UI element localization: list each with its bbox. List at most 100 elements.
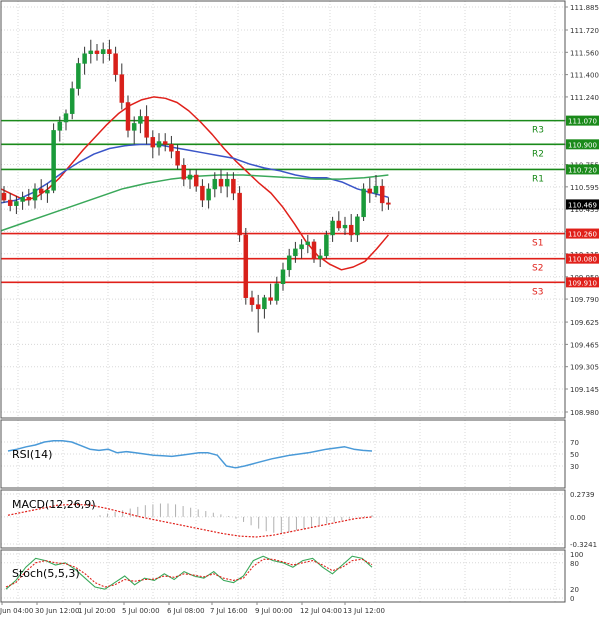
- candle-body: [336, 220, 342, 229]
- candle-body: [348, 224, 354, 236]
- candle-body: [138, 116, 143, 124]
- x-tick-label: 30 Jun 12:00: [35, 607, 79, 615]
- candle-body: [193, 174, 199, 187]
- price-tick-label: 109.625: [570, 319, 599, 327]
- candle-body: [324, 234, 329, 257]
- x-tick-label: 9 Jul 00:00: [255, 607, 293, 615]
- candle-body: [379, 185, 385, 204]
- x-tick-label: 12 Jul 04:00: [300, 607, 342, 615]
- candle-body: [150, 137, 156, 148]
- pivot-price-tag: 110.720: [568, 166, 597, 174]
- rsi-tick-label: 50: [570, 451, 579, 459]
- candle-body: [373, 185, 379, 194]
- candle-body: [7, 199, 13, 206]
- candle-body: [311, 241, 317, 259]
- pivot-label-s1: S1: [532, 239, 543, 249]
- pivot-price-tag: 109.910: [568, 279, 597, 287]
- price-tick-label: 111.240: [570, 94, 599, 102]
- candle-body: [212, 178, 218, 190]
- candle-body: [280, 269, 286, 284]
- candle-body: [268, 297, 273, 301]
- candle-body: [330, 220, 335, 236]
- candle-body: [206, 188, 211, 201]
- price-tick-label: 109.790: [570, 296, 599, 304]
- candle-body: [63, 113, 69, 123]
- candle-body: [88, 50, 94, 54]
- candle-body: [249, 297, 255, 305]
- rsi-label: RSI(14): [12, 448, 52, 461]
- price-tick-label: 111.560: [570, 49, 599, 57]
- candle-body: [255, 304, 261, 310]
- candle-body: [1, 192, 7, 201]
- candle-body: [100, 49, 106, 54]
- candle-body: [76, 63, 81, 89]
- rsi-tick-label: 30: [570, 463, 579, 471]
- candle-body: [107, 49, 112, 54]
- price-tick-label: 111.400: [570, 72, 599, 80]
- pivot-label-s2: S2: [532, 264, 543, 274]
- candle-body: [342, 224, 348, 229]
- macd-label: MACD(12,26,9): [12, 498, 96, 511]
- candle-body: [262, 297, 267, 310]
- candle-body: [51, 130, 56, 191]
- x-tick-label: 13 Jul 12:00: [343, 607, 385, 615]
- forex-chart: R3 R2 R1 S1 S2 S3 RSI(14) MACD(12,26,9) Stoch…: [0, 0, 600, 622]
- candle-body: [181, 164, 187, 180]
- candle-body: [20, 197, 25, 202]
- candle-body: [82, 53, 87, 64]
- pivot-label-s3: S3: [532, 287, 543, 297]
- price-tick-label: 111.720: [570, 27, 599, 35]
- candle-body: [237, 192, 242, 236]
- candle-body: [243, 234, 249, 298]
- pivot-price-tag: 111.070: [568, 118, 597, 126]
- price-tick-label: 111.885: [570, 4, 599, 12]
- candle-body: [38, 188, 44, 194]
- stoch-label: Stoch(5,5,3): [12, 567, 80, 580]
- x-tick-label: 1 Jul 20:00: [78, 607, 116, 615]
- macd-tick-label: -0.3241: [570, 541, 597, 549]
- candle-body: [175, 151, 180, 166]
- candle-body: [57, 121, 63, 131]
- pivot-price-tag: 110.900: [568, 141, 597, 149]
- candle-body: [224, 178, 230, 187]
- pivot-price-tag: 110.080: [568, 256, 597, 264]
- candle-body: [355, 216, 360, 236]
- candle-body: [26, 197, 32, 201]
- macd-tick-label: 0.2739: [570, 491, 595, 499]
- candle-body: [119, 74, 125, 103]
- candle-body: [361, 188, 366, 218]
- candle-body: [94, 50, 100, 54]
- rsi-tick-label: 70: [570, 439, 579, 447]
- candle-body: [299, 244, 304, 250]
- price-tick-label: 109.305: [570, 364, 599, 372]
- candle-body: [187, 174, 193, 180]
- stoch-tick-label: 100: [570, 551, 583, 559]
- pivot-label-r2: R2: [532, 149, 544, 159]
- candle-body: [125, 102, 131, 131]
- x-tick-label: 5 Jul 00:00: [122, 607, 160, 615]
- pivot-price-tag: 110.260: [568, 231, 597, 239]
- candle-body: [218, 178, 224, 187]
- candle-body: [293, 248, 298, 257]
- candle-body: [367, 188, 373, 194]
- price-tick-label: 109.465: [570, 341, 599, 349]
- x-tick-label: 6 Jul 08:00: [167, 607, 205, 615]
- candle-body: [162, 141, 168, 145]
- candle-body: [144, 116, 149, 138]
- stoch-tick-label: 80: [570, 560, 579, 568]
- x-tick-label: 7 Jul 16:00: [210, 607, 248, 615]
- candle-body: [386, 202, 391, 205]
- candle-body: [14, 201, 19, 206]
- candle-body: [169, 144, 174, 152]
- candle-body: [231, 178, 236, 194]
- candle-body: [45, 190, 50, 194]
- x-tick-label: Jun 04:00: [0, 607, 33, 615]
- price-tick-label: 109.145: [570, 386, 599, 394]
- stoch-tick-label: 0: [570, 595, 574, 603]
- price-tick-label: 108.980: [570, 409, 599, 417]
- pivot-label-r3: R3: [532, 126, 544, 136]
- candle-body: [113, 53, 118, 75]
- macd-tick-label: 0.00: [570, 514, 586, 522]
- candle-body: [274, 283, 280, 301]
- candle-body: [69, 88, 75, 114]
